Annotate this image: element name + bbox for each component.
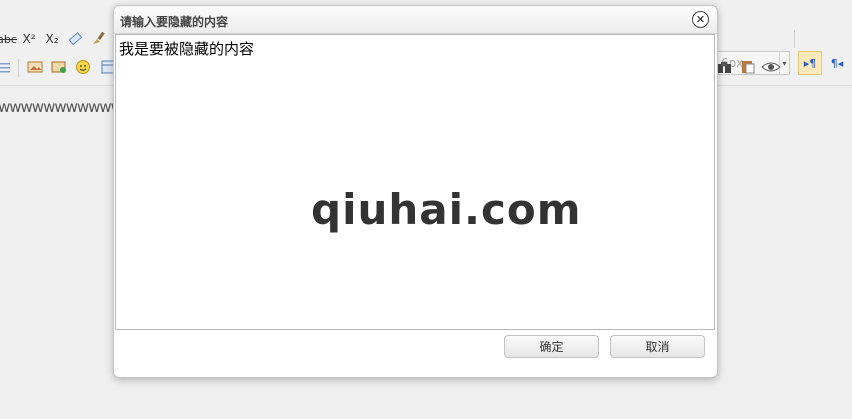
paste-button[interactable] — [737, 57, 759, 79]
dialog-header: 请输入要隐藏的内容 ✕ — [114, 6, 717, 34]
emoticon-button[interactable] — [72, 57, 94, 79]
align-icon — [0, 61, 12, 76]
toolbar-divider — [794, 30, 795, 48]
close-button[interactable]: ✕ — [692, 11, 709, 28]
eraser-button[interactable] — [64, 28, 86, 50]
content-textarea[interactable]: 我是要被隐藏的内容 qiuhai.com — [115, 34, 715, 330]
subscript-button[interactable]: X₂ — [41, 28, 63, 50]
content-text: 我是要被隐藏的内容 — [119, 40, 255, 58]
paste-icon — [741, 59, 755, 77]
cancel-button[interactable]: 取消 — [610, 335, 705, 358]
media-icon — [51, 60, 67, 77]
superscript-button[interactable]: X² — [18, 28, 40, 50]
eye-icon — [761, 60, 781, 77]
strikethrough-button[interactable]: abc — [0, 28, 18, 50]
binoculars-icon — [716, 60, 732, 77]
subscript-icon: X₂ — [45, 32, 59, 46]
image-icon — [27, 60, 43, 77]
align-button[interactable] — [0, 57, 16, 79]
hide-content-dialog: 请输入要隐藏的内容 ✕ 我是要被隐藏的内容 qiuhai.com 确定 取消 — [113, 5, 718, 378]
watermark-text: qiuhai.com — [311, 185, 582, 234]
superscript-icon: X² — [22, 32, 36, 46]
dialog-title: 请输入要隐藏的内容 — [120, 15, 229, 29]
strikethrough-icon: abc — [0, 32, 17, 46]
toolbar-divider — [18, 59, 19, 77]
editor-body-text: wwwwwwwwwww — [0, 98, 123, 116]
insert-media-button[interactable] — [48, 57, 70, 79]
smiley-icon — [75, 59, 91, 78]
confirm-button[interactable]: 确定 — [504, 335, 599, 358]
close-icon: ✕ — [695, 13, 706, 26]
insert-image-button[interactable] — [24, 57, 46, 79]
eraser-icon — [67, 30, 83, 49]
paint-brush-icon — [91, 30, 107, 49]
format-painter-button[interactable] — [88, 28, 110, 50]
dialog-footer: 确定 取消 — [114, 331, 717, 377]
preview-button[interactable] — [760, 57, 782, 79]
